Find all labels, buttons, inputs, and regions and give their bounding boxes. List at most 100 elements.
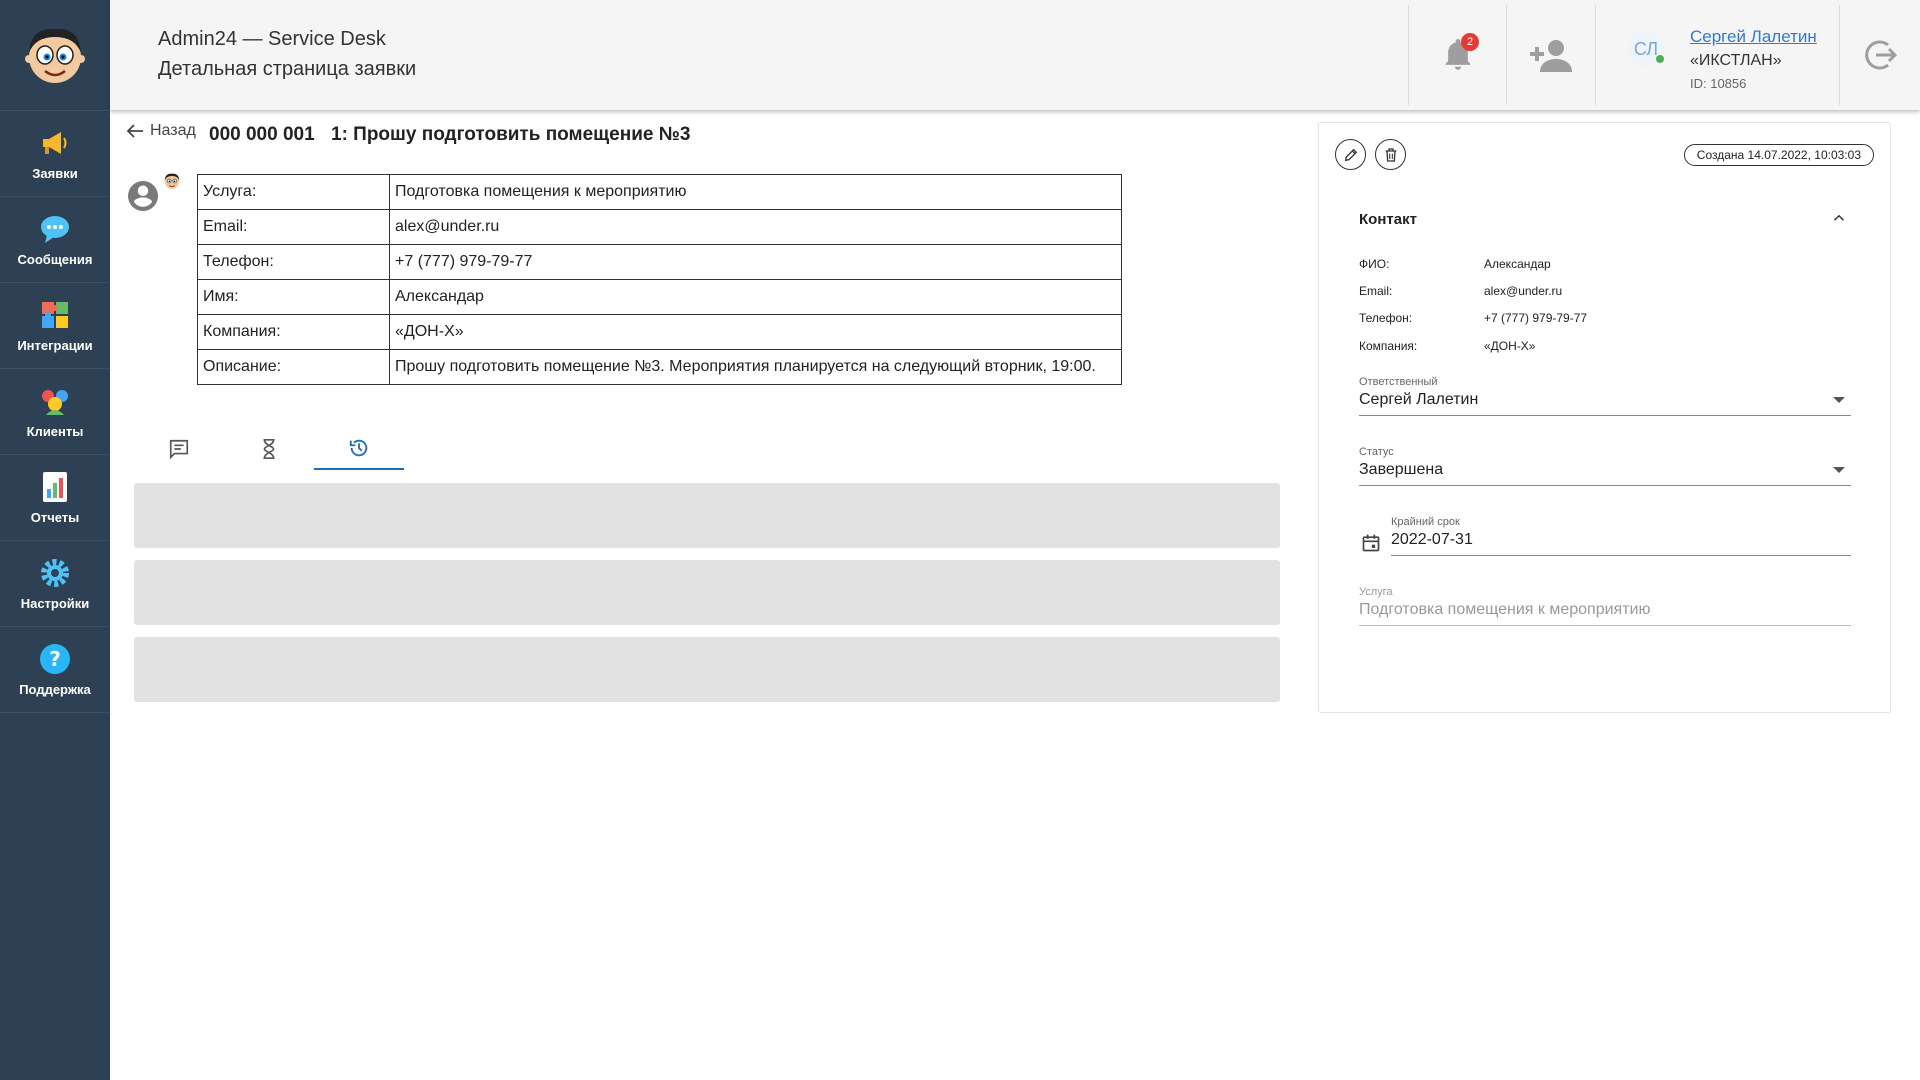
row-value: Александар bbox=[389, 279, 1122, 315]
hourglass-icon bbox=[263, 439, 275, 459]
service-value: Подготовка помещения к мероприятию bbox=[1359, 601, 1651, 618]
history-placeholder bbox=[134, 637, 1280, 702]
cartoon-face-logo-icon bbox=[25, 28, 85, 83]
row-key: Имя: bbox=[197, 279, 390, 315]
user-id: ID: 10856 bbox=[1690, 76, 1747, 91]
arrow-left-icon bbox=[126, 124, 143, 138]
status-select[interactable]: Статус Завершена bbox=[1359, 446, 1851, 486]
online-status-dot bbox=[1656, 55, 1664, 63]
history-placeholder bbox=[134, 560, 1280, 625]
sidebar-item-support[interactable]: ? Поддержка bbox=[0, 627, 110, 713]
trash-icon bbox=[1385, 147, 1396, 162]
ticket-tabs bbox=[134, 428, 404, 470]
top-header: Admin24 — Service Desk Детальная страниц… bbox=[110, 0, 1920, 110]
puzzle-icon bbox=[38, 298, 72, 332]
tab-history[interactable] bbox=[314, 428, 404, 470]
sidebar-item-requests[interactable]: Заявки bbox=[0, 111, 110, 197]
user-name-link[interactable]: Сергей Лалетин bbox=[1690, 27, 1817, 47]
contact-value: +7 (777) 979-79-77 bbox=[1484, 311, 1588, 325]
sidebar-item-label: Поддержка bbox=[19, 682, 91, 697]
row-key: Компания: bbox=[197, 314, 390, 350]
contact-key: ФИО: bbox=[1359, 257, 1390, 271]
contact-key: Компания: bbox=[1359, 339, 1418, 353]
responsible-label: Ответственный bbox=[1359, 376, 1438, 388]
user-profile: СЛ Сергей Лалетин «ИКСТЛАН» ID: 10856 bbox=[1595, 5, 1839, 105]
message-icon bbox=[169, 439, 189, 460]
sidebar-item-label: Отчеты bbox=[30, 510, 80, 525]
created-date-badge: Создана 14.07.2022, 10:03:03 bbox=[1683, 144, 1874, 166]
edit-button[interactable] bbox=[1335, 139, 1366, 170]
dropdown-arrow-icon bbox=[1833, 397, 1845, 403]
add-user-button[interactable] bbox=[1506, 5, 1595, 105]
account-circle-icon bbox=[128, 181, 158, 211]
service-label: Услуга bbox=[1359, 586, 1393, 598]
row-value: «ДОН-Х» bbox=[389, 314, 1122, 350]
deadline-date-field[interactable]: Крайний срок 2022-07-31 bbox=[1391, 516, 1851, 556]
notifications-button[interactable]: 2 bbox=[1408, 5, 1506, 105]
pencil-icon bbox=[1344, 148, 1357, 161]
contact-key: Телефон: bbox=[1359, 311, 1413, 325]
contact-key: Email: bbox=[1359, 284, 1393, 298]
cartoon-face-avatar-icon bbox=[164, 173, 180, 189]
delete-button[interactable] bbox=[1375, 139, 1406, 170]
user-company: «ИКСТЛАН» bbox=[1690, 52, 1782, 69]
deadline-value: 2022-07-31 bbox=[1391, 531, 1473, 548]
sidebar-item-reports[interactable]: Отчеты bbox=[0, 455, 110, 541]
tab-timer[interactable] bbox=[224, 428, 314, 470]
sidebar-item-label: Сообщения bbox=[17, 252, 93, 267]
tab-messages[interactable] bbox=[134, 428, 224, 470]
chat-bubble-icon bbox=[38, 212, 72, 246]
sidebar: Заявки Сообщения Интеграции Клиенты Отче… bbox=[0, 0, 110, 1080]
contact-value: Александар bbox=[1484, 257, 1551, 271]
contact-value: «ДОН-Х» bbox=[1484, 339, 1536, 353]
logout-icon bbox=[1865, 40, 1898, 70]
ticket-number: 000 000 001 bbox=[209, 124, 315, 145]
ticket-detail: Назад 000 000 001 1: Прошу подготовить п… bbox=[110, 110, 1300, 1080]
service-field: Услуга Подготовка помещения к мероприяти… bbox=[1359, 586, 1851, 626]
ticket-side-panel: Создана 14.07.2022, 10:03:03 Контакт ФИО… bbox=[1318, 122, 1891, 713]
table-row: Услуга: Подготовка помещения к мероприяти… bbox=[197, 174, 1122, 210]
people-icon bbox=[38, 384, 72, 418]
logout-button[interactable] bbox=[1839, 5, 1920, 105]
sidebar-item-integrations[interactable]: Интеграции bbox=[0, 283, 110, 369]
app-title: Admin24 — Service Desk bbox=[158, 28, 386, 50]
dropdown-arrow-icon bbox=[1833, 467, 1845, 473]
deadline-label: Крайний срок bbox=[1391, 516, 1460, 528]
row-value: +7 (777) 979-79-77 bbox=[389, 244, 1122, 280]
back-label: Назад bbox=[150, 122, 196, 139]
sidebar-item-messages[interactable]: Сообщения bbox=[0, 197, 110, 283]
contact-value: alex@under.ru bbox=[1484, 284, 1563, 298]
status-label: Статус bbox=[1359, 446, 1394, 458]
row-value: Подготовка помещения к мероприятию bbox=[389, 174, 1122, 210]
row-value: alex@under.ru bbox=[389, 209, 1122, 245]
history-placeholder bbox=[134, 483, 1280, 548]
row-key: Email: bbox=[197, 209, 390, 245]
row-key: Услуга: bbox=[197, 174, 390, 210]
contact-section-title: Контакт bbox=[1359, 211, 1417, 228]
table-row: Имя: Александар bbox=[197, 279, 1122, 315]
sidebar-item-label: Заявки bbox=[32, 166, 78, 181]
megaphone-icon bbox=[38, 126, 72, 160]
history-icon bbox=[349, 439, 368, 457]
table-row: Email: alex@under.ru bbox=[197, 209, 1122, 245]
chevron-up-icon[interactable] bbox=[1830, 209, 1848, 227]
page-title: Детальная страница заявки bbox=[158, 58, 417, 80]
ticket-info-table: Услуга: Подготовка помещения к мероприяти… bbox=[197, 174, 1122, 385]
calendar-icon[interactable] bbox=[1361, 533, 1381, 553]
ticket-title: 1: Прошу подготовить помещение №3 bbox=[331, 124, 691, 145]
table-row: Описание: Прошу подготовить помещение №3.… bbox=[197, 349, 1122, 385]
sidebar-item-label: Настройки bbox=[20, 596, 90, 611]
table-row: Компания: «ДОН-Х» bbox=[197, 314, 1122, 350]
help-icon: ? bbox=[38, 642, 72, 676]
gear-icon bbox=[38, 556, 72, 590]
sidebar-item-settings[interactable]: Настройки bbox=[0, 541, 110, 627]
app-logo[interactable] bbox=[0, 0, 110, 111]
sidebar-item-label: Клиенты bbox=[26, 424, 84, 439]
row-key: Телефон: bbox=[197, 244, 390, 280]
responsible-select[interactable]: Ответственный Сергей Лалетин bbox=[1359, 376, 1851, 416]
sidebar-item-clients[interactable]: Клиенты bbox=[0, 369, 110, 455]
row-key: Описание: bbox=[197, 349, 390, 385]
back-button[interactable]: Назад bbox=[126, 122, 196, 140]
svg-text:?: ? bbox=[49, 647, 61, 671]
add-user-icon bbox=[1530, 40, 1572, 72]
